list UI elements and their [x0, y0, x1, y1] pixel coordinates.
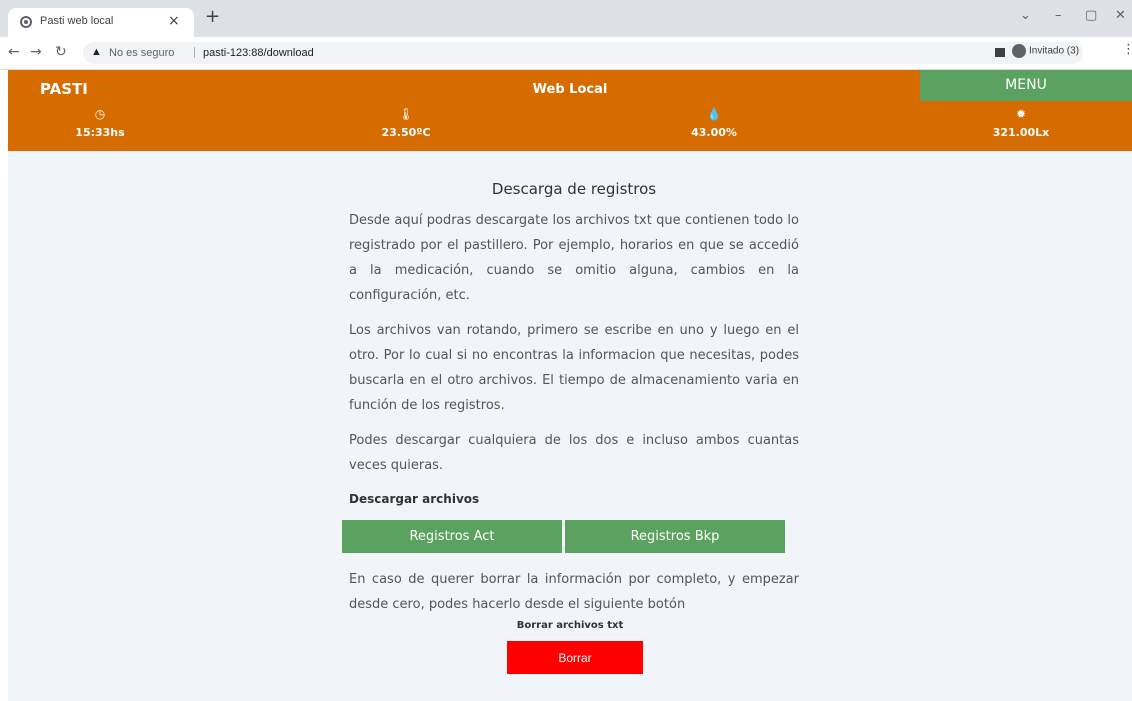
stat-value: 23.50ºC	[381, 126, 431, 139]
download-heading: Descargar archivos	[349, 492, 480, 506]
download-paragraph: Podes descargar cualquiera de los dos e …	[349, 433, 799, 473]
tab-search-icon[interactable]: ⌄	[1020, 8, 1031, 23]
stat-light: ✹ 321.00Lx	[961, 106, 1081, 139]
forward-icon[interactable]: →	[30, 44, 42, 60]
avatar-icon	[1012, 44, 1026, 58]
section-heading: Descarga de registros	[491, 180, 657, 198]
reload-icon[interactable]: ↻	[55, 44, 67, 60]
delete-paragraph: En caso de querer borrar la información …	[349, 572, 799, 612]
profile-button[interactable]: Invitado (3)	[1012, 44, 1079, 58]
minimize-icon[interactable]: –	[1055, 8, 1062, 23]
download-bkp-button[interactable]: Registros Bkp	[565, 520, 785, 553]
tab-close-button[interactable]: ×	[168, 13, 180, 29]
download-act-button[interactable]: Registros Act	[342, 520, 562, 553]
side-panel-icon[interactable]	[995, 48, 1005, 57]
warning-icon: ▲	[91, 46, 102, 58]
stat-temperature: 🌡 23.50ºC	[346, 106, 466, 139]
tab-title: Pasti web local	[40, 15, 114, 27]
stat-value: 43.00%	[691, 126, 737, 139]
stat-value: 15:33hs	[75, 126, 125, 139]
menu-button[interactable]: MENU	[920, 70, 1132, 101]
intro-paragraph: Desde aquí podras descargate los archivo…	[349, 213, 799, 303]
back-icon[interactable]: ←	[8, 44, 20, 60]
url-separator: |	[193, 46, 196, 58]
stat-humidity: 💧 43.00%	[654, 106, 774, 139]
window-close-icon[interactable]: ✕	[1115, 8, 1126, 23]
url-input[interactable]: ▲ No es seguro | pasti-123:88/download	[83, 42, 1083, 64]
globe-icon	[20, 16, 32, 28]
more-menu-icon[interactable]: ⋮	[1122, 42, 1132, 57]
browser-tab[interactable]: Pasti web local ×	[8, 8, 194, 37]
clock-icon: ◷	[94, 107, 106, 121]
main-content: Descarga de registros Desde aquí podras …	[342, 180, 799, 627]
stat-time: ◷ 15:33hs	[40, 106, 160, 139]
url-text: pasti-123:88/download	[203, 47, 314, 59]
address-bar: ← → ↻ ▲ No es seguro | pasti-123:88/down…	[0, 37, 1132, 70]
droplet-icon: 💧	[706, 107, 722, 121]
download-buttons: Registros Act Registros Bkp	[342, 520, 793, 553]
header-bar: PASTI Web Local MENU ◷ 15:33hs 🌡 23.50ºC…	[8, 70, 1132, 151]
maximize-icon[interactable]: ▢	[1085, 8, 1097, 23]
thermometer-icon: 🌡	[398, 107, 414, 121]
rotation-paragraph: Los archivos van rotando, primero se esc…	[349, 323, 799, 413]
delete-label: Borrar archivos txt	[516, 620, 624, 631]
sun-icon: ✹	[1015, 107, 1027, 121]
page: PASTI Web Local MENU ◷ 15:33hs 🌡 23.50ºC…	[8, 70, 1132, 701]
browser-tabstrip: Pasti web local × + ⌄ – ▢ ✕	[0, 0, 1132, 37]
stat-value: 321.00Lx	[992, 126, 1050, 139]
security-label: No es seguro	[109, 47, 175, 59]
delete-button[interactable]: Borrar	[507, 641, 643, 674]
profile-label: Invitado (3)	[1029, 45, 1080, 57]
new-tab-button[interactable]: +	[205, 8, 220, 26]
